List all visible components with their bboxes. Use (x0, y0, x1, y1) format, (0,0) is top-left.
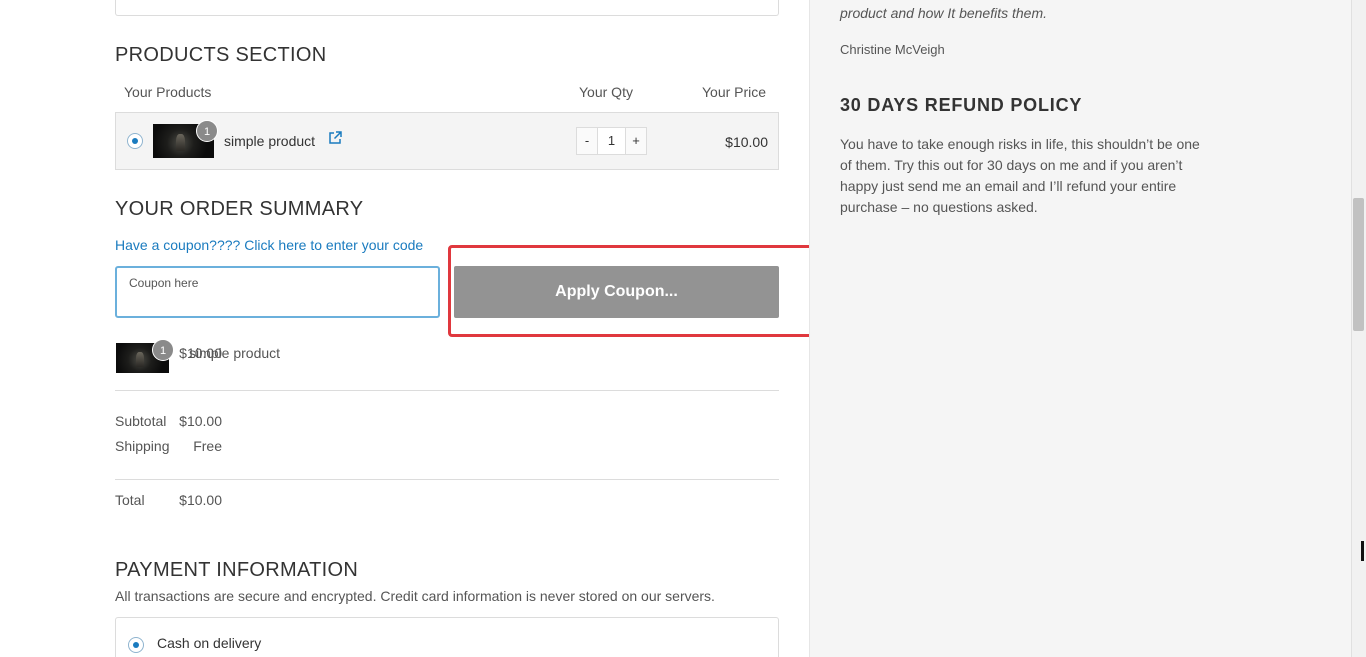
subtotal-label: Subtotal (115, 413, 167, 429)
shipping-value: Free (193, 438, 222, 454)
products-table-header: Your Products Your Qty Your Price (115, 80, 779, 104)
product-qty-badge: 1 (196, 120, 218, 142)
refund-policy-text: You have to take enough risks in life, t… (840, 136, 1200, 215)
coupon-input[interactable] (129, 294, 426, 309)
qty-plus-button[interactable]: + (626, 128, 646, 154)
highlight-box (448, 245, 813, 337)
testimonial-quote: product and how It benefits them. (840, 5, 1048, 21)
total-label: Total (115, 492, 145, 508)
scrollbar-thumb[interactable] (1353, 198, 1364, 331)
external-link-icon[interactable] (328, 131, 342, 150)
products-section-title: PRODUCTS SECTION (115, 44, 327, 66)
payment-radio[interactable] (128, 637, 144, 653)
payment-description: All transactions are secure and encrypte… (115, 588, 715, 604)
summary-item-qty-badge: 1 (152, 339, 174, 361)
coupon-toggle-link[interactable]: Have a coupon???? Click here to enter yo… (115, 237, 423, 253)
summary-divider (115, 390, 779, 391)
product-row[interactable]: 1 simple product - 1 + $10.00 (115, 112, 779, 170)
coupon-field[interactable]: Coupon here (115, 266, 440, 318)
product-name: simple product (224, 133, 316, 149)
quantity-stepper[interactable]: - 1 + (576, 127, 647, 155)
shipping-label: Shipping (115, 438, 170, 454)
product-radio[interactable] (127, 133, 143, 149)
qty-minus-button[interactable]: - (577, 128, 597, 154)
col-products: Your Products (124, 84, 212, 100)
payment-title: PAYMENT INFORMATION (115, 559, 359, 581)
order-summary-title: YOUR ORDER SUMMARY (115, 198, 364, 220)
subtotal-value: $10.00 (179, 413, 222, 429)
product-price: $10.00 (725, 134, 768, 150)
summary-item-price: $10.00 (179, 345, 222, 361)
refund-policy-title: 30 DAYS REFUND POLICY (840, 95, 1083, 115)
qty-value[interactable]: 1 (597, 128, 626, 154)
coupon-field-label: Coupon here (129, 276, 199, 290)
total-divider (115, 479, 779, 480)
text-cursor-icon (1361, 541, 1364, 561)
col-qty: Your Qty (579, 84, 633, 100)
payment-option-label: Cash on delivery (157, 635, 262, 651)
col-price: Your Price (702, 84, 767, 100)
total-value: $10.00 (179, 492, 222, 508)
shipping-option-box[interactable] (115, 0, 779, 16)
payment-option-cod[interactable]: Cash on delivery (115, 617, 779, 657)
testimonial-author: Christine McVeigh (840, 42, 945, 57)
